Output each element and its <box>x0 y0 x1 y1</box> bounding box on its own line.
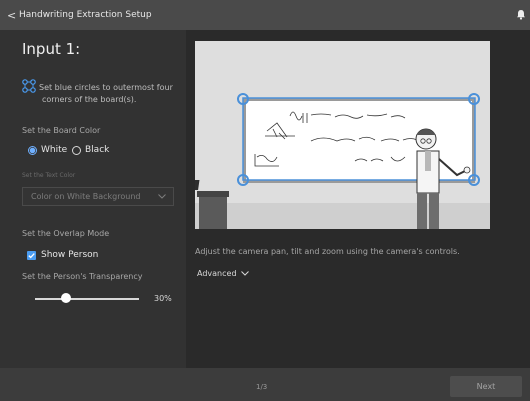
slider-thumb[interactable] <box>61 293 72 303</box>
transparency-value: 30% <box>154 294 172 303</box>
radio-white[interactable]: White <box>28 145 67 155</box>
slider-track[interactable] <box>35 298 139 300</box>
overlap-mode-label: Set the Overlap Mode <box>22 229 110 238</box>
text-color-value: Color on White Background <box>31 192 141 201</box>
corner-handles-icon <box>22 79 36 93</box>
advanced-toggle[interactable]: Advanced <box>197 269 249 278</box>
transparency-label: Set the Person's Transparency <box>22 272 143 281</box>
radio-white-label: White <box>41 145 68 155</box>
show-person-checkbox[interactable]: Show Person <box>27 250 98 260</box>
chevron-down-icon <box>240 271 249 276</box>
radio-white-indicator[interactable] <box>28 145 37 155</box>
show-person-label: Show Person <box>41 250 99 260</box>
window-title: Handwriting Extraction Setup <box>19 10 152 20</box>
input-heading: Input 1: <box>22 40 81 58</box>
chevron-down-icon <box>158 194 166 199</box>
radio-black-indicator[interactable] <box>72 145 81 155</box>
instruction-line-1: Set blue circles to outermost four <box>39 83 173 92</box>
radio-black-label: Black <box>85 145 110 155</box>
title-bar: < Handwriting Extraction Setup <box>0 0 530 30</box>
instruction-line-2: corners of the board(s). <box>42 95 137 104</box>
radio-black[interactable]: Black <box>72 145 109 155</box>
checkbox-checked-icon[interactable] <box>27 250 36 260</box>
back-icon[interactable]: < <box>7 9 17 22</box>
camera-preview[interactable] <box>195 41 490 229</box>
transparency-slider[interactable] <box>35 293 139 305</box>
corner-instruction: Set blue circles to outermost four corne… <box>22 79 180 106</box>
bell-icon[interactable] <box>516 9 526 20</box>
advanced-label: Advanced <box>197 269 237 278</box>
text-color-select[interactable]: Color on White Background <box>22 187 174 206</box>
text-color-label: Set the Text Color <box>22 172 76 179</box>
classroom-illustration <box>195 41 490 229</box>
page-indicator: 1/3 <box>256 383 268 391</box>
camera-adjust-hint: Adjust the camera pan, tilt and zoom usi… <box>195 247 460 256</box>
board-color-label: Set the Board Color <box>22 126 101 135</box>
next-button[interactable]: Next <box>450 376 522 397</box>
